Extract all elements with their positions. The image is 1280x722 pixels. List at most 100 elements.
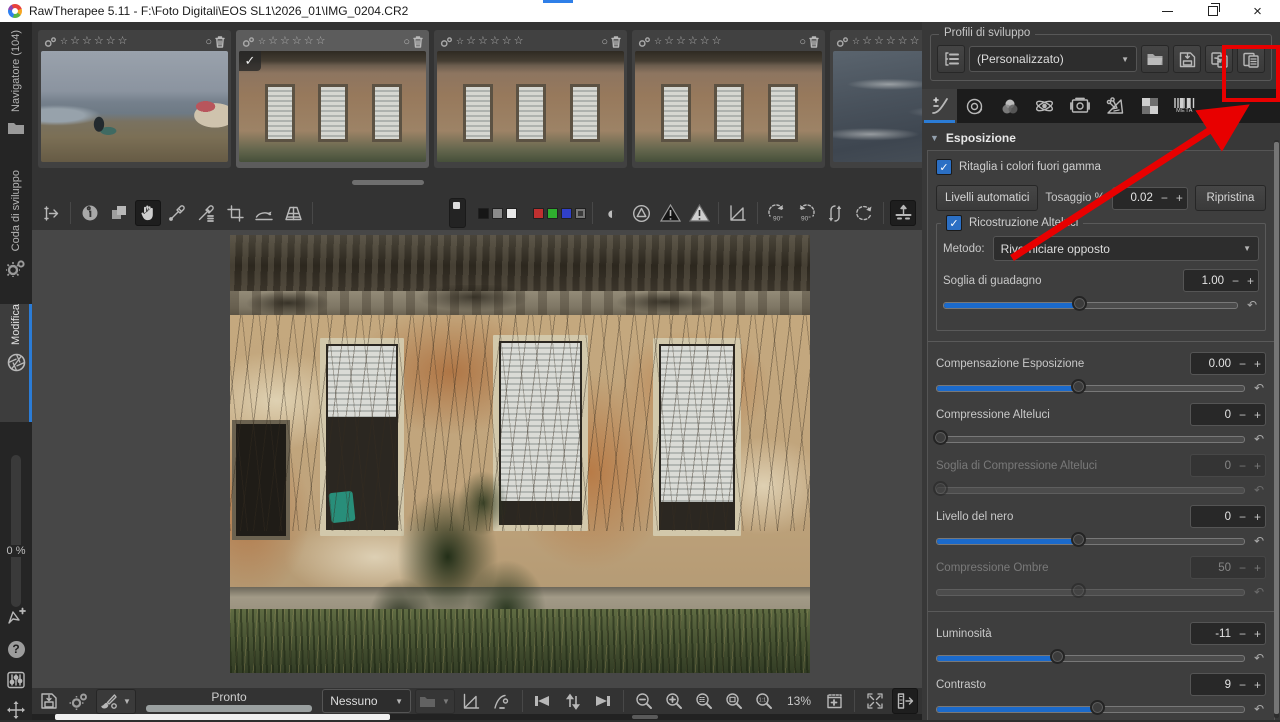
- hl-reconstruction-checkbox[interactable]: ✓: [946, 215, 962, 231]
- copy-profile-icon[interactable]: [1205, 45, 1233, 73]
- star-icon[interactable]: ☆: [82, 36, 92, 47]
- info-icon[interactable]: [77, 200, 103, 226]
- star-icon[interactable]: ☆: [94, 36, 104, 47]
- decrement-button[interactable]: [1235, 409, 1250, 421]
- chevron-down-icon[interactable]: ▼: [119, 697, 135, 706]
- increment-button[interactable]: [1250, 511, 1265, 523]
- crop-icon[interactable]: [222, 200, 248, 226]
- straighten-icon[interactable]: [251, 200, 277, 226]
- slider[interactable]: [936, 699, 1245, 715]
- panel-scrollbar[interactable]: [1274, 140, 1279, 718]
- unrank-star-icon[interactable]: ☆: [258, 37, 266, 46]
- color-label-icon[interactable]: ○: [799, 36, 806, 48]
- reset-icon[interactable]: [1252, 382, 1266, 394]
- save-profile-icon[interactable]: [1173, 45, 1201, 73]
- value-spinner[interactable]: 0: [1190, 505, 1266, 528]
- fullscreen-icon[interactable]: [4, 698, 28, 722]
- perspective-icon[interactable]: [280, 200, 306, 226]
- rotate-icon[interactable]: [851, 200, 877, 226]
- exposure-section-header[interactable]: ▼ Esposizione: [922, 123, 1280, 150]
- soft-proof-icon[interactable]: ◐: [599, 200, 625, 226]
- zoom-100-icon[interactable]: 1:1: [751, 688, 777, 714]
- decrement-button[interactable]: [1235, 511, 1250, 523]
- star-icon[interactable]: ☆: [292, 36, 302, 47]
- duplicate-icon[interactable]: [106, 200, 132, 226]
- value-spinner[interactable]: 0.00: [1190, 352, 1266, 375]
- gears-icon[interactable]: [66, 688, 92, 714]
- star-icon[interactable]: ☆: [304, 36, 314, 47]
- close-button[interactable]: ×: [1235, 0, 1280, 22]
- zoom-fit-icon[interactable]: [691, 688, 717, 714]
- zoom-fit-crop-icon[interactable]: [721, 688, 747, 714]
- hl-method-select[interactable]: Riverniciare opposto ▼: [992, 236, 1259, 261]
- filmstrip-resize-handle[interactable]: [352, 180, 424, 185]
- unrank-star-icon[interactable]: ☆: [852, 37, 860, 46]
- value-spinner[interactable]: 0: [1190, 403, 1266, 426]
- star-icon[interactable]: ☆: [490, 36, 500, 47]
- histogram-profile-icon[interactable]: [459, 688, 485, 714]
- tab-exposure[interactable]: [922, 89, 957, 123]
- scrollbar-thumb[interactable]: [55, 714, 390, 720]
- brush-icon[interactable]: [97, 691, 119, 712]
- increment-button[interactable]: [1250, 679, 1265, 691]
- slider-knob[interactable]: [933, 429, 949, 445]
- clip-spinner[interactable]: 0.02: [1111, 186, 1188, 210]
- unrank-star-icon[interactable]: ☆: [654, 37, 662, 46]
- star-icon[interactable]: ☆: [700, 36, 710, 47]
- channel-red-swatch[interactable]: [533, 207, 544, 219]
- star-icon[interactable]: ☆: [478, 36, 488, 47]
- star-icon[interactable]: ☆: [106, 36, 116, 47]
- image-canvas[interactable]: [32, 230, 922, 688]
- star-icon[interactable]: ☆: [316, 36, 326, 47]
- star-icon[interactable]: ☆: [268, 36, 278, 47]
- decrement-button[interactable]: [1157, 192, 1172, 204]
- color-label-icon[interactable]: ○: [601, 36, 608, 48]
- increment-button[interactable]: [1172, 192, 1187, 204]
- star-icon[interactable]: ☆: [874, 36, 884, 47]
- help-icon[interactable]: ?: [4, 637, 28, 661]
- unrank-star-icon[interactable]: ☆: [456, 37, 464, 46]
- detach-editor-icon[interactable]: [4, 605, 28, 629]
- profile-quick-select[interactable]: Nessuno ▼: [322, 689, 412, 713]
- pipette-icon[interactable]: [164, 200, 190, 226]
- decrement-button[interactable]: [1235, 628, 1250, 640]
- slider-knob[interactable]: [1071, 295, 1087, 311]
- filmstrip-thumbnail[interactable]: ☆ ☆ ☆ ☆ ☆ ☆ ○: [632, 30, 825, 168]
- save-icon[interactable]: [36, 688, 62, 714]
- profile-select[interactable]: (Personalizzato) ▼: [969, 46, 1137, 72]
- next-image-icon[interactable]: [590, 688, 616, 714]
- star-icon[interactable]: ☆: [502, 36, 512, 47]
- photo-abandoned-building[interactable]: [230, 235, 810, 673]
- star-icon[interactable]: ☆: [910, 36, 920, 47]
- value-spinner[interactable]: 1.00: [1183, 269, 1259, 292]
- tab-transform[interactable]: [1062, 89, 1097, 123]
- paste-profile-icon[interactable]: [1237, 45, 1265, 73]
- histogram-profile-icon[interactable]: [725, 200, 751, 226]
- zoom-in-icon[interactable]: [661, 688, 687, 714]
- reset-button[interactable]: Ripristina: [1194, 185, 1266, 211]
- sidebar-tab-coda[interactable]: Coda di sviluppo: [0, 170, 32, 292]
- color-label-icon[interactable]: ○: [403, 36, 410, 48]
- slider-knob[interactable]: [1049, 648, 1065, 664]
- rotate-right-90-icon[interactable]: 90°: [793, 200, 819, 226]
- bg-color-swatch-light[interactable]: [506, 207, 517, 219]
- minimize-button[interactable]: [1145, 0, 1190, 22]
- reset-icon[interactable]: [1252, 535, 1266, 547]
- star-icon[interactable]: ☆: [70, 36, 80, 47]
- chevron-down-icon[interactable]: ▼: [438, 697, 454, 706]
- slider-knob[interactable]: [1089, 699, 1105, 715]
- filmstrip-thumbnail[interactable]: ☆ ☆ ☆ ☆ ☆ ☆: [830, 30, 922, 168]
- tab-detail[interactable]: [957, 89, 992, 123]
- clip-colors-checkbox[interactable]: ✓: [936, 159, 952, 175]
- restore-button[interactable]: [1190, 0, 1235, 22]
- tab-checker[interactable]: [1132, 89, 1167, 123]
- highlight-clip-icon[interactable]: [686, 200, 712, 226]
- decrement-button[interactable]: [1235, 358, 1250, 370]
- auto-levels-button[interactable]: Livelli automatici: [936, 185, 1039, 211]
- flip-icon[interactable]: [822, 200, 848, 226]
- star-icon[interactable]: ☆: [118, 36, 128, 47]
- star-icon[interactable]: ☆: [664, 36, 674, 47]
- increment-button[interactable]: [1250, 628, 1265, 640]
- color-label-icon[interactable]: ○: [205, 36, 212, 48]
- star-icon[interactable]: ☆: [712, 36, 722, 47]
